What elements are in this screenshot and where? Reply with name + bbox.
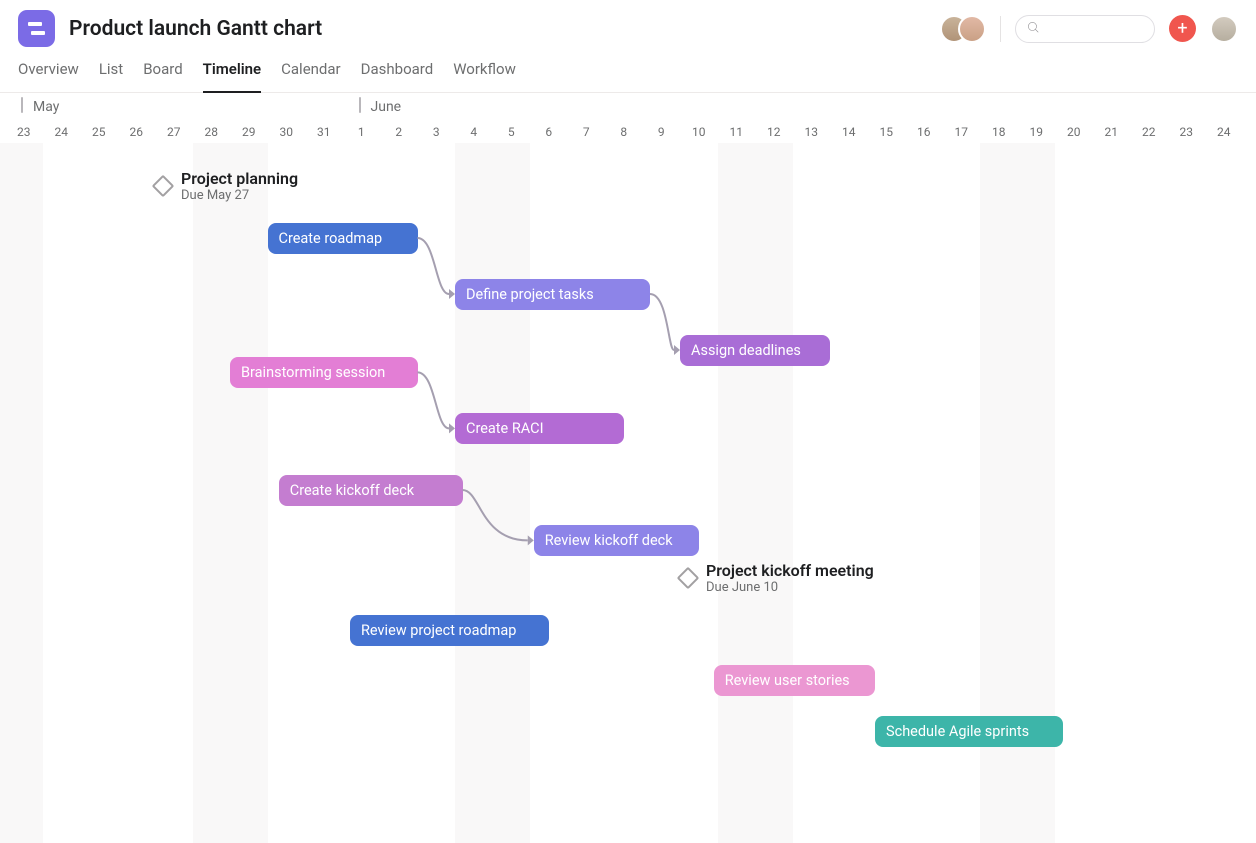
header-right: + (940, 15, 1238, 43)
day-label: 3 (418, 125, 456, 139)
search-icon (1026, 19, 1040, 38)
task-kdeck[interactable]: Create kickoff deck (279, 475, 463, 506)
day-label: 25 (80, 125, 118, 139)
timeline: MayJune 23242526272829303112345678910111… (0, 93, 1256, 843)
day-label: 31 (305, 125, 343, 139)
day-label: 28 (193, 125, 231, 139)
tab-workflow[interactable]: Workflow (453, 60, 516, 93)
task-assign[interactable]: Assign deadlines (680, 335, 830, 366)
day-label: 23 (5, 125, 43, 139)
day-label: 27 (155, 125, 193, 139)
milestone[interactable]: Project planningDue May 27 (155, 169, 298, 203)
day-label: 8 (605, 125, 643, 139)
day-label: 15 (868, 125, 906, 139)
nav-tabs: Overview List Board Timeline Calendar Dashboa… (0, 46, 1256, 93)
day-label: 21 (1093, 125, 1131, 139)
task-raci[interactable]: Create RACI (455, 413, 624, 444)
header: Product launch Gantt chart + (0, 0, 1256, 46)
member-avatars[interactable] (940, 15, 986, 43)
milestone-title: Project kickoff meeting (706, 561, 874, 580)
day-label: 24 (1205, 125, 1243, 139)
page-title: Product launch Gantt chart (69, 17, 322, 41)
day-label: 9 (643, 125, 681, 139)
plus-icon: + (1177, 18, 1187, 39)
day-label: 7 (568, 125, 606, 139)
day-label: 11 (718, 125, 756, 139)
avatar[interactable] (958, 15, 986, 43)
month-label: June (371, 99, 402, 115)
day-label: 14 (830, 125, 868, 139)
day-label: 18 (980, 125, 1018, 139)
task-brainstorm[interactable]: Brainstorming session (230, 357, 418, 388)
day-label: 22 (1130, 125, 1168, 139)
search-input[interactable] (1015, 15, 1155, 43)
month-label: May (33, 99, 59, 115)
task-define[interactable]: Define project tasks (455, 279, 650, 310)
day-label: 30 (268, 125, 306, 139)
task-revkick[interactable]: Review kickoff deck (534, 525, 699, 556)
day-label: 24 (43, 125, 81, 139)
day-label: 2 (380, 125, 418, 139)
day-label: 26 (118, 125, 156, 139)
day-label: 19 (1018, 125, 1056, 139)
user-avatar[interactable] (1210, 15, 1238, 43)
day-label: 16 (905, 125, 943, 139)
task-revroad[interactable]: Review project roadmap (350, 615, 549, 646)
task-stories[interactable]: Review user stories (714, 665, 875, 696)
day-label: 5 (493, 125, 531, 139)
task-sprints[interactable]: Schedule Agile sprints (875, 716, 1063, 747)
tab-board[interactable]: Board (143, 60, 182, 93)
day-label: 6 (530, 125, 568, 139)
milestone-icon (152, 175, 175, 198)
milestone-title: Project planning (181, 169, 298, 188)
day-row: 2324252627282930311234567891011121314151… (0, 117, 1256, 143)
day-label: 23 (1168, 125, 1206, 139)
tab-dashboard[interactable]: Dashboard (361, 60, 434, 93)
task-roadmap[interactable]: Create roadmap (268, 223, 418, 254)
add-button[interactable]: + (1169, 15, 1196, 42)
tab-calendar[interactable]: Calendar (281, 60, 341, 93)
chart-area[interactable]: Create roadmap Define project tasks Assign… (0, 143, 1256, 843)
day-label: 12 (755, 125, 793, 139)
milestone-subtitle: Due June 10 (706, 580, 874, 595)
month-row: May June (0, 93, 1256, 117)
project-icon (18, 10, 55, 47)
day-label: 17 (943, 125, 981, 139)
day-label: 1 (343, 125, 381, 139)
tab-timeline[interactable]: Timeline (203, 60, 261, 93)
day-label: 4 (455, 125, 493, 139)
day-label: 20 (1055, 125, 1093, 139)
milestone-icon (677, 567, 700, 590)
milestone-subtitle: Due May 27 (181, 188, 298, 203)
milestone[interactable]: Project kickoff meetingDue June 10 (680, 561, 874, 595)
tab-list[interactable]: List (99, 60, 123, 93)
day-label: 29 (230, 125, 268, 139)
separator (1000, 16, 1001, 42)
tab-overview[interactable]: Overview (18, 60, 79, 93)
day-label: 10 (680, 125, 718, 139)
day-label: 13 (793, 125, 831, 139)
